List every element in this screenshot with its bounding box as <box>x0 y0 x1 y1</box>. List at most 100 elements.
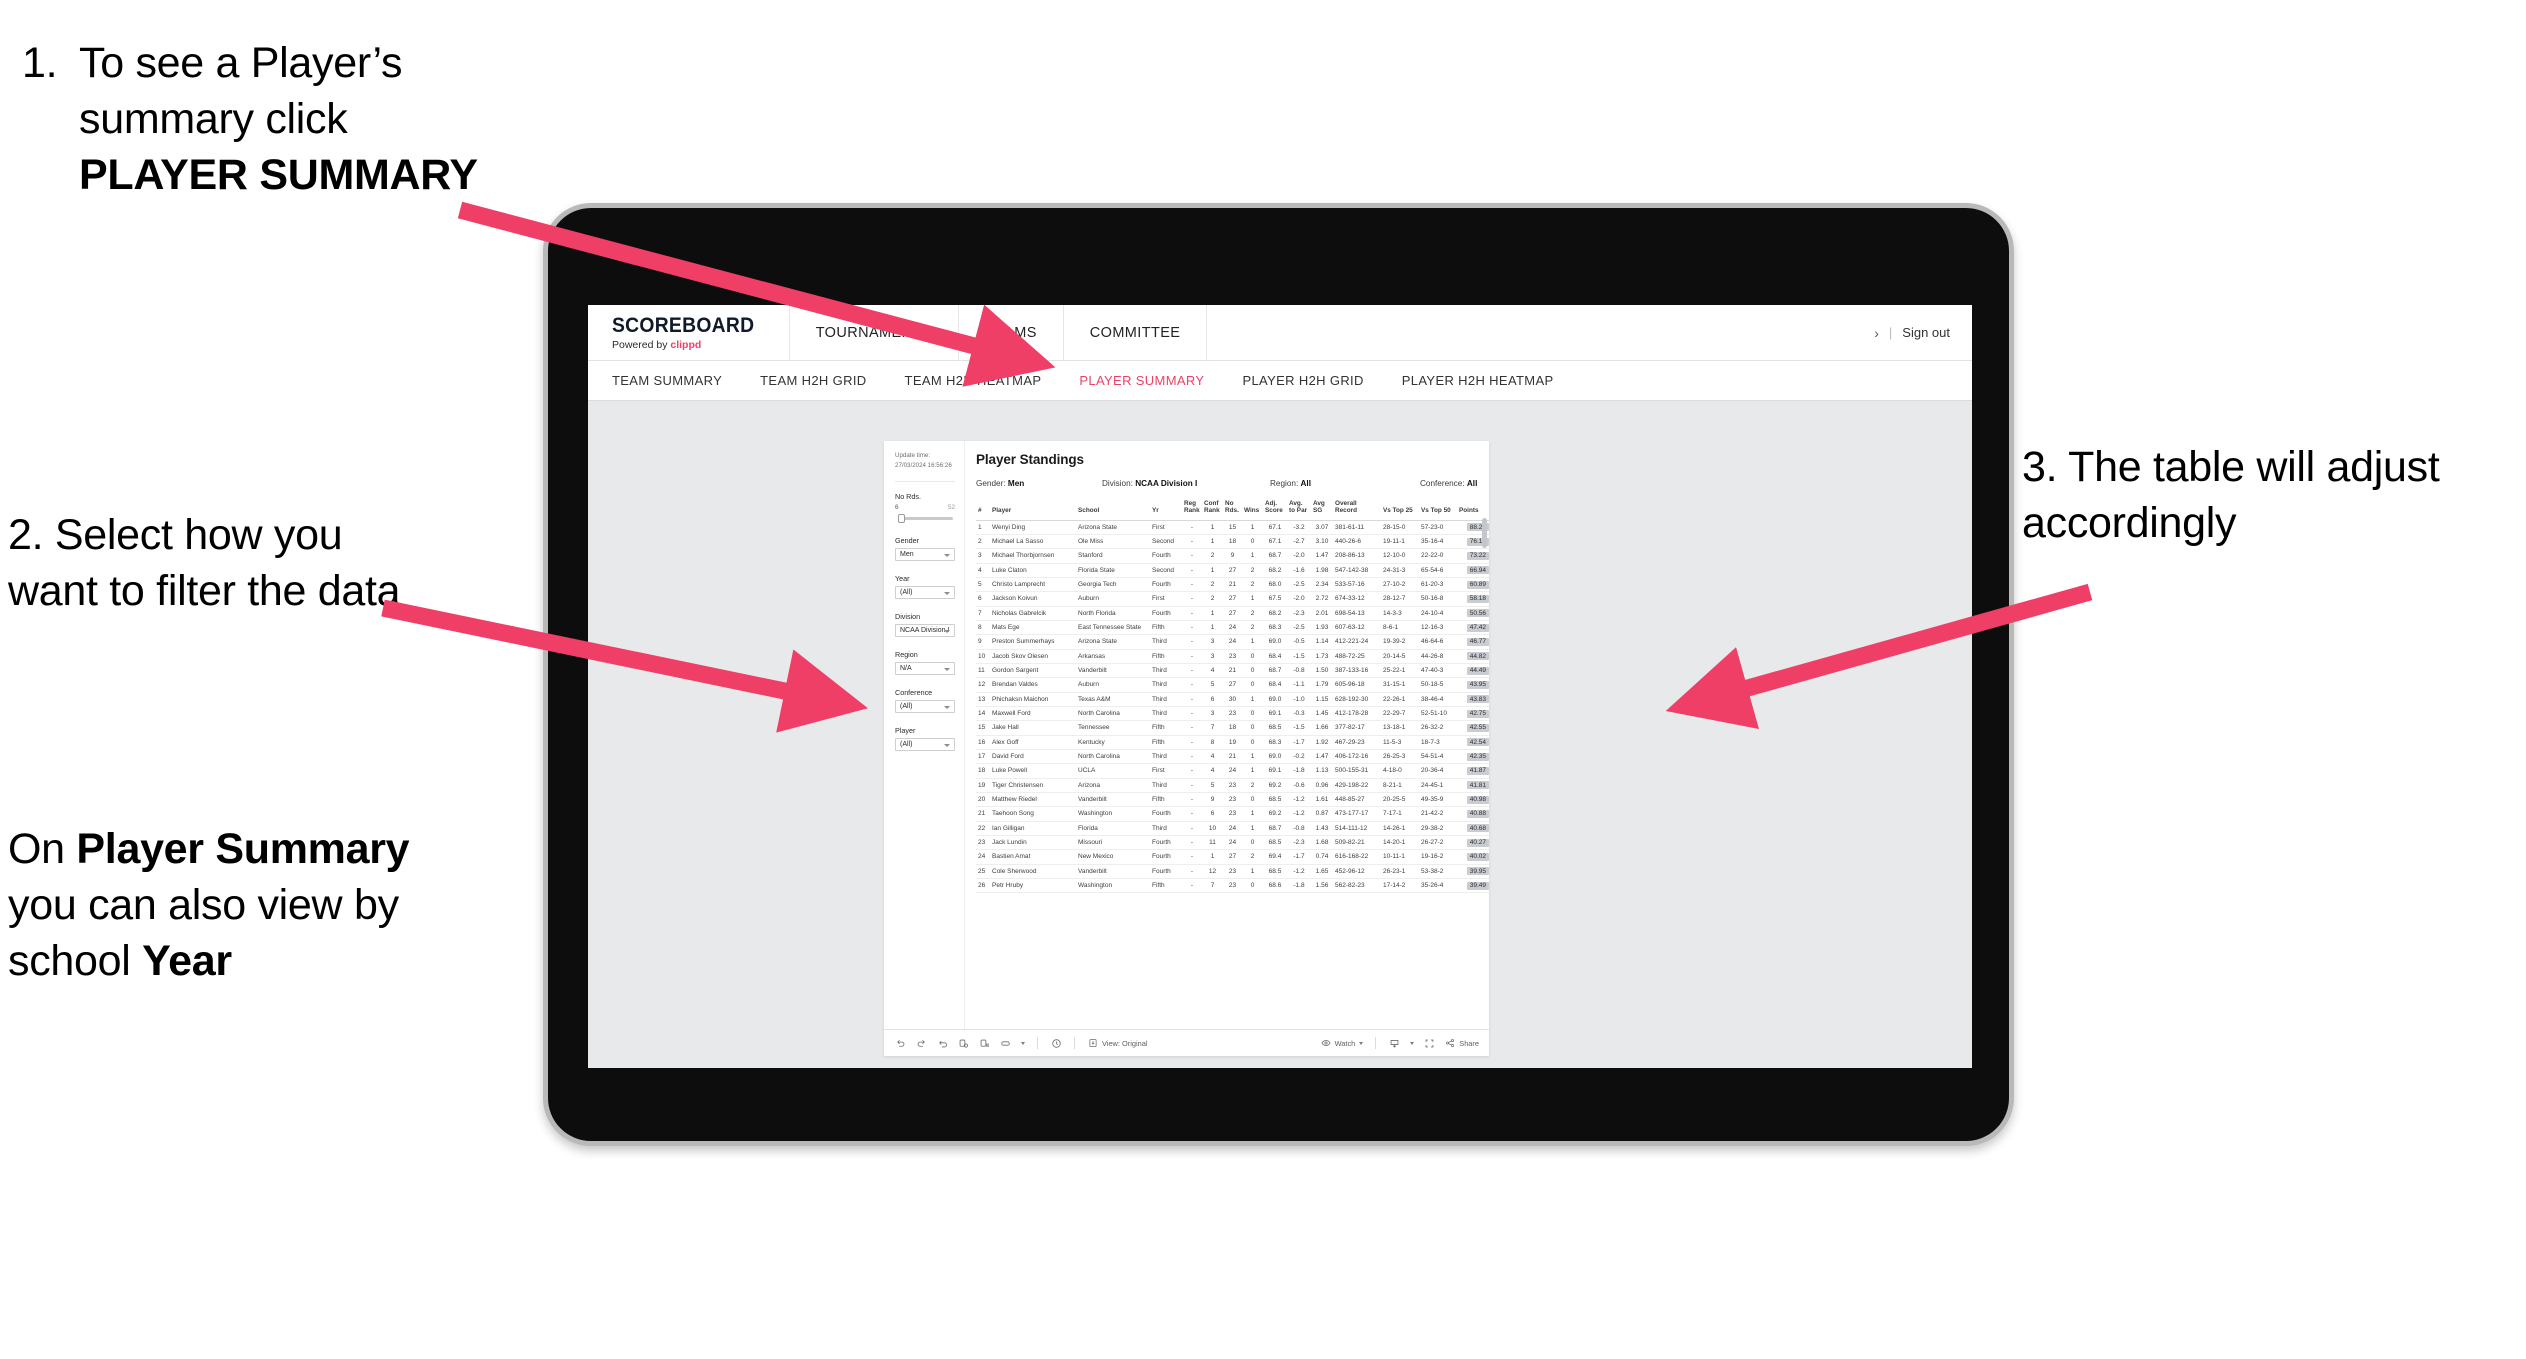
table-col-header[interactable]: No Rds. <box>1223 498 1242 521</box>
table-row[interactable]: 3 Michael Thorbjornsen Stanford Fourth -2 9 1 6… <box>976 548 1489 564</box>
table-cell: 17 <box>976 749 990 765</box>
refresh-data-icon[interactable] <box>957 1037 969 1049</box>
tab-player-summary[interactable]: PLAYER SUMMARY <box>1079 373 1204 388</box>
table-row[interactable]: 16 Alex Goff Kentucky Fifth -8 19 0 68.3 -1.7 1.9… <box>976 735 1489 750</box>
account-icon[interactable]: › <box>1874 325 1879 341</box>
table-cell: 69.2 <box>1263 778 1287 793</box>
share-button[interactable]: Share <box>1444 1037 1479 1049</box>
table-row[interactable]: 17 David Ford North Carolina Third -4 21 1 69.0… <box>976 749 1489 765</box>
table-row[interactable]: 26 Petr Hruby Washington Fifth -7 23 0 68.6 -1.8… <box>976 878 1489 894</box>
table-cell: 10-11-1 <box>1381 849 1419 865</box>
chevron-down-icon[interactable] <box>1021 1041 1025 1045</box>
filter-conference-select[interactable]: (All) <box>895 700 955 714</box>
table-row[interactable]: 24 Bastien Amat New Mexico Fourth -1 27 2 69.4-… <box>976 849 1489 865</box>
standings-scroll-area[interactable]: # Player School Yr Reg Rank Conf Rank No Rds. Wins… <box>965 488 1489 1029</box>
redo-icon[interactable] <box>915 1037 927 1049</box>
table-col-header[interactable]: Yr <box>1150 498 1182 521</box>
table-row[interactable]: 5 Christo Lamprecht Georgia Tech Fourth -2 21… <box>976 577 1489 593</box>
filter-player-select[interactable]: (All) <box>895 738 955 752</box>
meta-gender-value: Men <box>1007 479 1025 488</box>
pause-auto-update-icon[interactable] <box>978 1037 990 1049</box>
table-row[interactable]: 14 Maxwell Ford North Carolina Third -3 23 0 69… <box>976 706 1489 722</box>
table-row[interactable]: 12 Brendan Valdes Auburn Third -5 27 0 68.4 -1.1… <box>976 677 1489 693</box>
table-col-header[interactable]: Vs Top 50 <box>1419 498 1457 521</box>
table-cell: 2 <box>1242 620 1263 636</box>
table-cell: 8 <box>1202 735 1223 750</box>
filter-region-select[interactable]: N/A <box>895 662 955 676</box>
table-col-header[interactable]: Reg Rank <box>1182 498 1202 521</box>
table-row[interactable]: 7 Nicholas Gabrelcik North Florida Fourth -1… <box>976 606 1489 622</box>
tab-team-h2h-heatmap[interactable]: TEAM H2H HEATMAP <box>905 373 1042 388</box>
table-cell: 2.01 <box>1311 606 1333 622</box>
clock-history-icon[interactable] <box>1050 1037 1062 1049</box>
table-col-header[interactable]: Avg. to Par <box>1287 498 1311 521</box>
table-cell: Second <box>1150 563 1182 579</box>
table-col-header[interactable]: Avg SG <box>1311 498 1333 521</box>
table-cell: -1.2 <box>1287 806 1311 822</box>
meta-region-label: Region: <box>1270 479 1299 488</box>
table-col-header[interactable]: Points <box>1457 498 1489 521</box>
sign-out-link[interactable]: Sign out <box>1902 325 1950 340</box>
table-row[interactable]: 6 Jackson Koivun Auburn First -2 27 1 67.5 -2.0 2… <box>976 591 1489 607</box>
vertical-scrollbar[interactable] <box>1482 518 1487 548</box>
top-nav-committee[interactable]: COMMITTEE <box>1064 305 1208 360</box>
points-chip: 43.83 <box>1466 695 1489 704</box>
table-col-header[interactable]: Conf Rank <box>1202 498 1223 521</box>
table-row[interactable]: 18 Luke Powell UCLA First -4 24 1 69.1 -1.8 1.13 5… <box>976 763 1489 779</box>
table-row[interactable]: 9 Preston Summerhays Arizona State Third -3 2… <box>976 634 1489 650</box>
download-icon[interactable] <box>1388 1037 1400 1049</box>
chevron-down-icon[interactable] <box>1410 1041 1415 1045</box>
table-cell: 50-16-8 <box>1419 591 1457 607</box>
tab-player-h2h-heatmap[interactable]: PLAYER H2H HEATMAP <box>1402 373 1554 388</box>
table-cell: 1.65 <box>1311 864 1333 879</box>
table-row[interactable]: 25 Cole Sherwood Vanderbilt Fourth -12 23 1 68.… <box>976 864 1489 879</box>
table-row[interactable]: 19 Tiger Christensen Arizona Third -5 23 2 69.2… <box>976 778 1489 793</box>
table-col-header[interactable]: Wins <box>1242 498 1263 521</box>
table-cell: 40.88 <box>1457 806 1489 822</box>
chevron-down-icon <box>944 553 950 557</box>
pill-shape-icon[interactable] <box>999 1037 1011 1049</box>
filter-division-select[interactable]: NCAA Division I <box>895 624 955 638</box>
filter-year-select[interactable]: (All) <box>895 586 955 600</box>
table-cell: Petr Hruby <box>990 878 1076 894</box>
table-cell: 54-51-4 <box>1419 749 1457 765</box>
no-rds-slider[interactable] <box>895 513 955 524</box>
table-row[interactable]: 15 Jake Hall Tennessee Fifth -7 18 0 68.5 -1.5 1.… <box>976 720 1489 736</box>
tab-team-summary[interactable]: TEAM SUMMARY <box>612 373 722 388</box>
table-row[interactable]: 23 Jack Lundin Missouri Fourth -11 24 0 68.5 -2.… <box>976 835 1489 851</box>
slider-handle[interactable] <box>898 514 905 524</box>
view-original-button[interactable]: View: Original <box>1087 1037 1147 1049</box>
table-row[interactable]: 1 Wenyi Ding Arizona State First -1 15 1 67.1 -3… <box>976 520 1489 536</box>
table-row[interactable]: 2 Michael La Sasso Ole Miss Second -1 18 0 67.1… <box>976 534 1489 550</box>
points-chip: 41.81 <box>1466 781 1489 790</box>
table-row[interactable]: 11 Gordon Sargent Vanderbilt Third -4 21 0 68.7… <box>976 663 1489 679</box>
table-col-header[interactable]: School <box>1076 498 1150 521</box>
table-row[interactable]: 4 Luke Claton Florida State Second -1 27 2 68.2… <box>976 563 1489 579</box>
table-row[interactable]: 13 Phichaksn Maichon Texas A&M Third -6 30 1 69… <box>976 692 1489 707</box>
watch-button[interactable]: Watch <box>1320 1037 1364 1049</box>
filter-region-value: N/A <box>900 665 912 673</box>
table-row[interactable]: 22 Ian Gilligan Florida Third -10 24 1 68.7 -0.8… <box>976 821 1489 836</box>
table-col-header[interactable]: # <box>976 498 990 521</box>
revert-icon[interactable] <box>936 1037 948 1049</box>
undo-icon[interactable] <box>894 1037 906 1049</box>
tab-team-h2h-grid[interactable]: TEAM H2H GRID <box>760 373 866 388</box>
table-col-header[interactable]: Player <box>990 498 1076 521</box>
table-col-header[interactable]: Adj. Score <box>1263 498 1287 521</box>
table-cell: -0.8 <box>1287 663 1311 679</box>
annotation-step-1: 1. To see a Player’s summary click PLAYE… <box>22 36 522 204</box>
fullscreen-icon[interactable] <box>1423 1037 1435 1049</box>
table-row[interactable]: 20 Matthew Riedel Vanderbilt Fifth -9 23 0 68.5… <box>976 792 1489 808</box>
tab-player-h2h-grid[interactable]: PLAYER H2H GRID <box>1242 373 1363 388</box>
table-row[interactable]: 8 Mats Ege East Tennessee State Fifth -1 24 2 6… <box>976 620 1489 636</box>
table-cell: 7-17-1 <box>1381 806 1419 822</box>
filter-gender-select[interactable]: Men <box>895 548 955 562</box>
top-nav-tournaments[interactable]: TOURNAMENTS <box>790 305 959 360</box>
table-cell: 514-111-12 <box>1333 821 1381 836</box>
table-col-header[interactable]: Overall Record <box>1333 498 1381 521</box>
table-row[interactable]: 21 Taehoon Song Washington Fourth -6 23 1 69.2-… <box>976 806 1489 822</box>
top-nav-teams[interactable]: TEAMS <box>959 305 1064 360</box>
table-col-header[interactable]: Vs Top 25 <box>1381 498 1419 521</box>
table-row[interactable]: 10 Jacob Skov Olesen Arkansas Fifth -3 23 0 68.… <box>976 649 1489 665</box>
table-cell: -1.8 <box>1287 878 1311 894</box>
